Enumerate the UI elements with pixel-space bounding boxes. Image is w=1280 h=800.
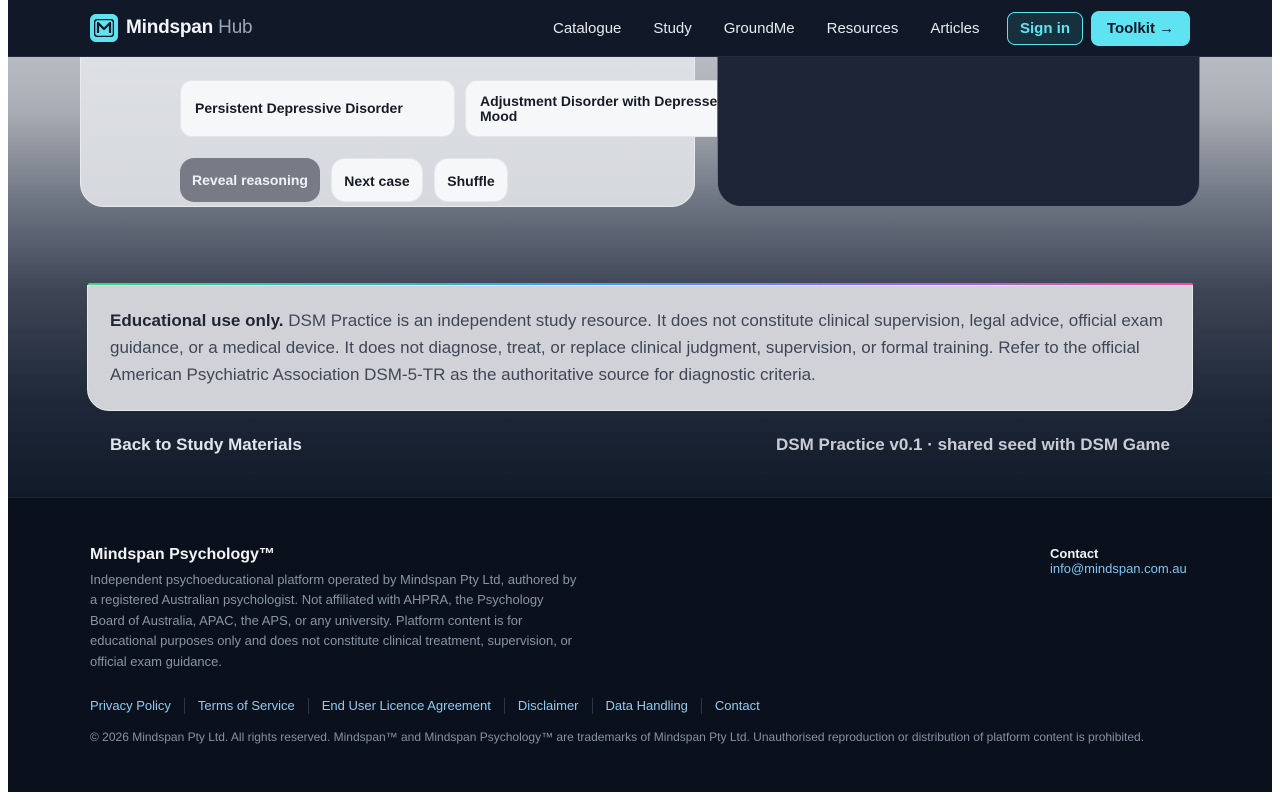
footer-title: Mindspan Psychology™: [90, 546, 275, 563]
footer-contact-email[interactable]: info@mindspan.com.au: [1050, 561, 1187, 576]
footer-contact-heading: Contact: [1050, 546, 1099, 561]
footer-links: Privacy Policy Terms of Service End User…: [90, 698, 773, 714]
nav-link-articles[interactable]: Articles: [930, 20, 979, 37]
answer-option-label: Persistent Depressive Disorder: [195, 100, 403, 116]
toolkit-button[interactable]: Toolkit →: [1091, 11, 1190, 46]
footer-link-terms[interactable]: Terms of Service: [183, 698, 308, 714]
answer-option-2[interactable]: Adjustment Disorder with Depressed Mood: [465, 80, 741, 137]
footer-copyright: © 2026 Mindspan Pty Ltd. All rights rese…: [90, 730, 1145, 744]
hero-section: Persistent Depressive Disorder Adjustmen…: [8, 0, 1272, 498]
footer-link-data-handling[interactable]: Data Handling: [591, 698, 701, 714]
answer-option-label: Adjustment Disorder with Depressed Mood: [480, 92, 726, 124]
nav-link-resources[interactable]: Resources: [827, 20, 899, 37]
nav-link-catalogue[interactable]: Catalogue: [553, 20, 621, 37]
footer-link-contact[interactable]: Contact: [700, 698, 773, 714]
shuffle-button[interactable]: Shuffle: [434, 158, 508, 202]
nav-link-groundme[interactable]: GroundMe: [724, 20, 795, 37]
brand-name[interactable]: Mindspan Hub: [126, 17, 253, 39]
version-label: DSM Practice v0.1 · shared seed with DSM…: [776, 435, 1170, 454]
nav-links: Catalogue Study GroundMe Resources Artic…: [553, 20, 1012, 37]
page-frame: Persistent Depressive Disorder Adjustmen…: [8, 0, 1272, 792]
footer-link-privacy[interactable]: Privacy Policy: [90, 698, 184, 714]
footer-description: Independent psychoeducational platform o…: [90, 572, 577, 669]
top-nav: Mindspan Hub Catalogue Study GroundMe Re…: [8, 0, 1272, 57]
back-to-study-link[interactable]: Back to Study Materials: [110, 435, 302, 455]
footer-link-eula[interactable]: End User Licence Agreement: [307, 698, 504, 714]
next-case-button[interactable]: Next case: [331, 158, 423, 202]
disclaimer-box: Educational use only. DSM Practice is an…: [87, 285, 1193, 411]
brand-sub: Hub: [218, 17, 253, 38]
disclaimer-lead: Educational use only.: [110, 311, 284, 330]
footer-link-disclaimer[interactable]: Disclaimer: [503, 698, 592, 714]
answer-option-1[interactable]: Persistent Depressive Disorder: [180, 80, 455, 137]
reveal-reasoning-button[interactable]: Reveal reasoning: [180, 158, 320, 202]
brand-main: Mindspan: [126, 17, 214, 38]
sign-in-button[interactable]: Sign in: [1007, 12, 1083, 45]
nav-link-study[interactable]: Study: [653, 20, 691, 37]
logo-icon[interactable]: [90, 14, 118, 42]
